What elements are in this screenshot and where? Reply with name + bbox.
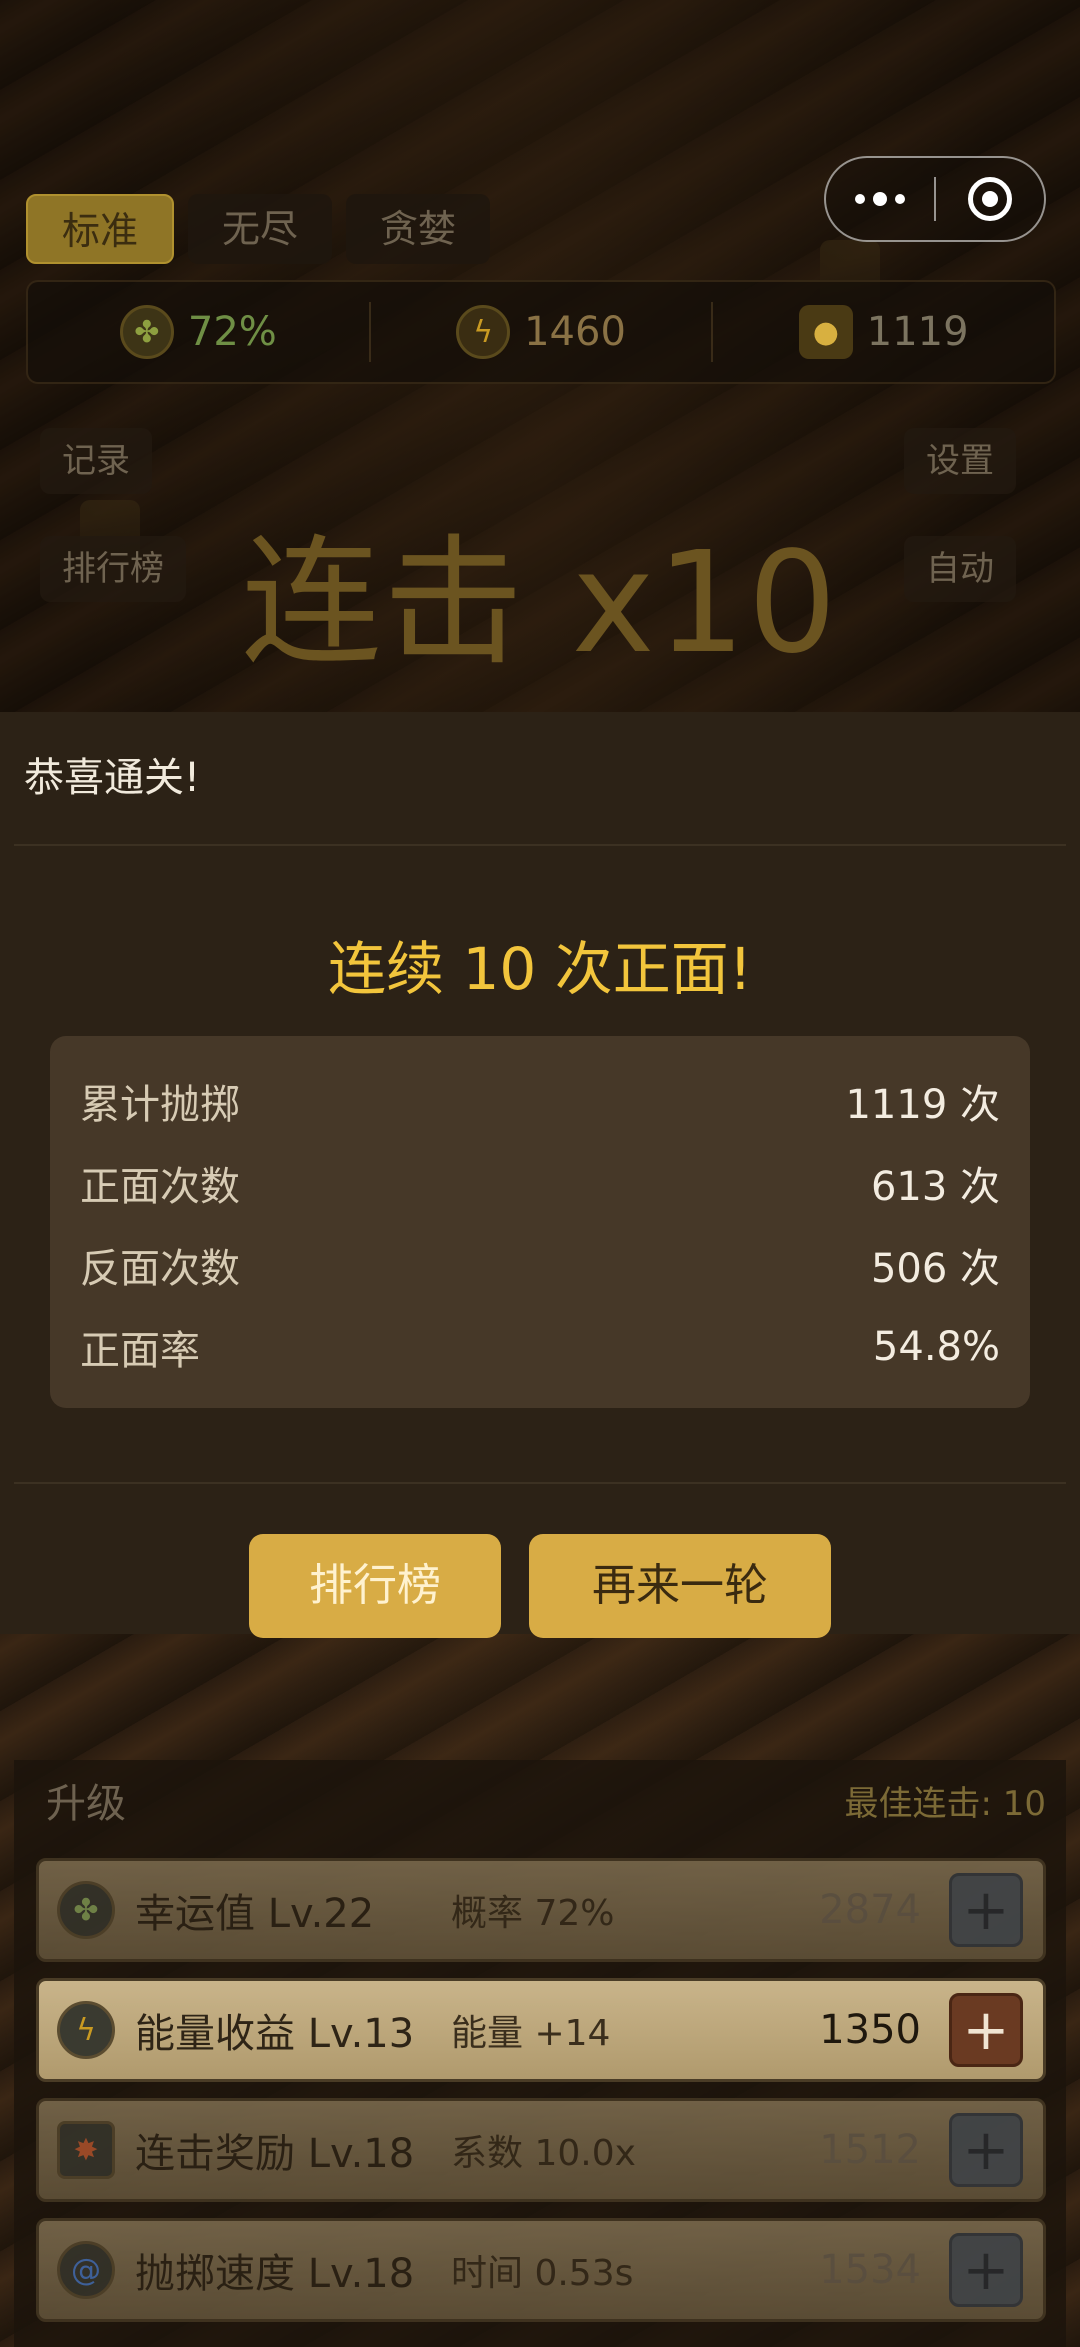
upgrade-effect: 概率 72% xyxy=(451,1893,615,1934)
energy-value: 1460 xyxy=(524,309,626,355)
records-button[interactable]: 记录 xyxy=(40,428,152,494)
miniprogram-capsule xyxy=(824,156,1046,242)
stats-row: 反面次数 506 次 xyxy=(80,1224,1000,1306)
upgrade-name: 能量收益 Lv.13 xyxy=(135,2011,415,2057)
play-again-button[interactable]: 再来一轮 xyxy=(529,1534,831,1638)
stats-row-label: 正面率 xyxy=(80,1328,200,1374)
upgrade-row-energy: ϟ 能量收益 Lv.13 能量 +14 1350 + xyxy=(36,1978,1046,2082)
speed-swirl-icon: @ xyxy=(57,2241,115,2299)
tab-endless[interactable]: 无尽 xyxy=(188,194,333,264)
stats-row-value: 1119 次 xyxy=(845,1082,1000,1128)
result-stats-card: 累计抛掷 1119 次 正面次数 613 次 反面次数 506 次 正面率 54… xyxy=(50,1036,1030,1408)
coins-value: 1119 xyxy=(866,309,969,355)
upgrade-plus-button[interactable]: + xyxy=(949,1993,1023,2067)
upgrade-row-speed: @ 抛掷速度 Lv.18 时间 0.53s 1534 + xyxy=(36,2218,1046,2322)
upgrade-name: 连击奖励 Lv.18 xyxy=(135,2131,415,2177)
modal-actions: 排行榜 再来一轮 xyxy=(0,1534,1080,1638)
upgrade-name: 抛掷速度 Lv.18 xyxy=(135,2251,415,2297)
clover-icon: ✤ xyxy=(57,1881,115,1939)
tab-greedy[interactable]: 贪婪 xyxy=(346,194,491,264)
upgrade-row-luck: ✤ 幸运值 Lv.22 概率 72% 2874 + xyxy=(36,1858,1046,1962)
stats-row-label: 正面次数 xyxy=(80,1164,240,1210)
upgrade-effect: 能量 +14 xyxy=(451,2013,611,2054)
stats-row-value: 613 次 xyxy=(870,1164,1000,1210)
energy-stat: ϟ 1460 xyxy=(371,305,712,359)
resource-stats-bar: ✤ 72% ϟ 1460 ● 1119 xyxy=(26,280,1056,384)
modal-title: 恭喜通关! xyxy=(24,755,201,801)
coins-stat: ● 1119 xyxy=(713,305,1054,359)
modal-headline: 连续 10 次正面! xyxy=(328,935,752,1003)
combo-counter: 连击 x10 xyxy=(241,522,839,685)
upgrade-cost: 1512 xyxy=(819,2127,921,2173)
settings-button[interactable]: 设置 xyxy=(904,428,1016,494)
upgrade-plus-button[interactable]: + xyxy=(949,2113,1023,2187)
best-combo: 最佳连击: 10 xyxy=(844,1783,1046,1824)
upgrade-title: 升级 xyxy=(46,1781,126,1827)
upgrade-effect: 系数 10.0x xyxy=(451,2133,636,2174)
stats-row-value: 506 次 xyxy=(870,1246,1000,1292)
upgrade-plus-button[interactable]: + xyxy=(949,1873,1023,1947)
upgrade-cost: 1534 xyxy=(819,2247,921,2293)
modal-divider xyxy=(14,844,1066,846)
mode-tabs: 标准 无尽 贪婪 xyxy=(26,194,491,264)
upgrade-name: 幸运值 Lv.22 xyxy=(135,1891,375,1937)
coin-stack-icon: ● xyxy=(798,305,853,359)
combo-burst-icon: ✸ xyxy=(57,2121,115,2179)
luck-value: 72% xyxy=(187,309,277,355)
tab-standard[interactable]: 标准 xyxy=(26,194,175,264)
more-dots-icon xyxy=(855,192,905,206)
stats-row-label: 累计抛掷 xyxy=(80,1082,240,1128)
stats-row: 正面次数 613 次 xyxy=(80,1142,1000,1224)
upgrade-effect: 时间 0.53s xyxy=(451,2253,634,2294)
upgrade-panel: 升级 最佳连击: 10 ✤ 幸运值 Lv.22 概率 72% 2874 + ϟ … xyxy=(14,1760,1066,2347)
upgrade-plus-button[interactable]: + xyxy=(949,2233,1023,2307)
clover-icon: ✤ xyxy=(119,305,174,359)
more-button[interactable] xyxy=(826,156,934,242)
stats-row: 正面率 54.8% xyxy=(80,1306,1000,1388)
upgrade-cost: 2874 xyxy=(819,1887,921,1933)
leaderboard-button[interactable]: 排行榜 xyxy=(249,1534,501,1638)
luck-stat: ✤ 72% xyxy=(28,305,369,359)
stats-row-value: 54.8% xyxy=(872,1324,1000,1370)
upgrade-cost: 1350 xyxy=(819,2007,921,2053)
lightning-shield-icon: ϟ xyxy=(57,2001,115,2059)
modal-divider xyxy=(14,1482,1066,1484)
upgrade-header: 升级 最佳连击: 10 xyxy=(46,1760,1046,1840)
stats-row-label: 反面次数 xyxy=(80,1246,240,1292)
stats-row: 累计抛掷 1119 次 xyxy=(80,1060,1000,1142)
upgrade-row-combo: ✸ 连击奖励 Lv.18 系数 10.0x 1512 + xyxy=(36,2098,1046,2202)
result-modal: 恭喜通关! 连续 10 次正面! 累计抛掷 1119 次 正面次数 613 次 … xyxy=(0,712,1080,1638)
close-button[interactable] xyxy=(936,156,1044,242)
lightning-icon: ϟ xyxy=(456,305,511,359)
target-close-icon xyxy=(967,177,1012,221)
